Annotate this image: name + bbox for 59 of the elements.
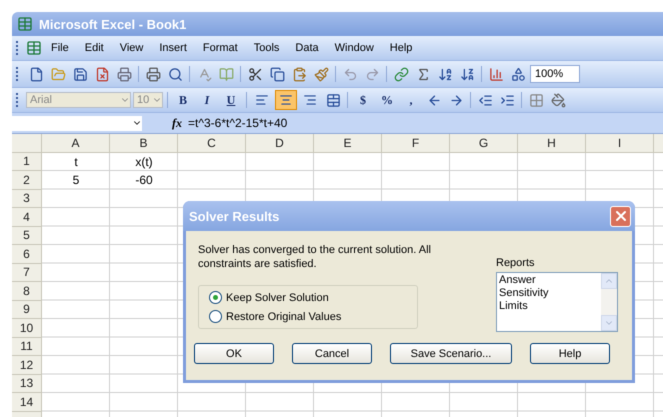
table-cell-text: t (73, 154, 79, 171)
radio-label[interactable]: Keep Solver Solution (226, 292, 329, 304)
zoom-field[interactable]: 100% (530, 65, 580, 83)
column-header[interactable]: D (246, 134, 314, 152)
number-format-button[interactable]: % (376, 90, 398, 110)
row-header[interactable]: 13 (12, 374, 42, 393)
row-header[interactable]: 12 (12, 356, 42, 374)
message-text: Solver has converged to the current solution. All constraints are satisfied. (198, 243, 432, 271)
column-header[interactable]: H (518, 134, 586, 152)
row-header[interactable]: 6 (12, 245, 42, 264)
style-button[interactable]: U (220, 90, 242, 110)
column-header[interactable]: C (178, 134, 246, 152)
row-header[interactable]: 10 (12, 319, 42, 338)
reports-label: Reports (496, 257, 536, 269)
row-header[interactable]: 1 (12, 152, 42, 171)
table-cell-text: -60 (134, 172, 154, 190)
table-cell-text: x(t) (134, 154, 154, 171)
row-header[interactable]: 5 (12, 226, 42, 245)
table-cell-text: 5 (72, 172, 80, 190)
row-header[interactable]: 9 (12, 300, 42, 319)
row-header[interactable]: 7 (12, 264, 42, 282)
dialog-button[interactable]: Cancel (292, 343, 372, 364)
column-header[interactable]: I (586, 134, 654, 152)
row-header[interactable]: 14 (12, 393, 42, 412)
menu-item[interactable]: Edit (78, 40, 111, 56)
dialog-title: Solver Results (189, 208, 280, 224)
dialog-button[interactable]: Help (530, 343, 610, 364)
dialog-button[interactable]: Save Scenario... (390, 343, 512, 364)
column-header[interactable]: G (450, 134, 518, 152)
list-item[interactable]: Sensitivity (499, 287, 599, 300)
dialog-button[interactable]: OK (194, 343, 274, 364)
column-header[interactable]: F (382, 134, 450, 152)
reports-list[interactable]: Answer Sensitivity Limits (496, 272, 618, 332)
radio-label[interactable]: Restore Original Values (226, 310, 342, 322)
menu-item[interactable]: Window (328, 40, 381, 56)
menu-item[interactable]: Help (382, 40, 420, 56)
menu-item[interactable]: File (44, 40, 76, 56)
list-item[interactable]: Answer (499, 274, 599, 287)
column-header[interactable]: A (42, 134, 110, 152)
number-format-button[interactable]: $ (352, 90, 374, 110)
window-title: Microsoft Excel - Book1 (39, 16, 186, 32)
menu-item[interactable]: Insert (152, 40, 194, 56)
list-item[interactable]: Limits (499, 300, 599, 313)
number-format-button[interactable]: , (400, 90, 422, 110)
row-header[interactable]: 4 (12, 208, 42, 226)
row-header[interactable]: 3 (12, 190, 42, 208)
menu-item[interactable]: Format (196, 40, 245, 56)
column-header[interactable]: E (314, 134, 382, 152)
formula-text[interactable]: =t^3-6*t^2-15*t+40 (188, 116, 288, 130)
style-button[interactable]: B (172, 90, 194, 110)
menu-item[interactable]: Tools (246, 40, 286, 56)
row-header[interactable]: 2 (12, 171, 42, 190)
row-header[interactable]: 8 (12, 282, 42, 300)
menu-item[interactable]: Data (288, 40, 326, 56)
function-label[interactable]: fx (172, 116, 182, 130)
style-button[interactable]: I (196, 90, 218, 110)
row-header[interactable]: 11 (12, 338, 42, 356)
menu-item[interactable]: View (112, 40, 150, 56)
column-header[interactable]: B (110, 134, 178, 152)
